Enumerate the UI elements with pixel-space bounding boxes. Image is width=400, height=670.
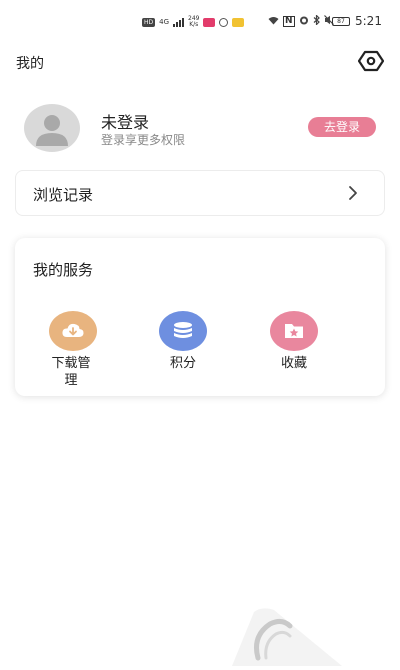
profile-subtitle: 登录享更多权限 [101,133,186,147]
history-label: 浏览记录 [33,186,94,204]
avatar[interactable] [24,104,80,152]
status-left: HD 4G 249 K/s [142,16,245,28]
battery-level: 87 [337,18,345,25]
service-favorites[interactable]: 收藏 [259,311,329,372]
battery-icon: 87 [332,17,350,26]
app-notification-icon [203,17,216,27]
profile-name: 未登录 [101,113,150,132]
star-folder-icon [270,311,318,351]
message-notification-icon [232,17,245,27]
service-points[interactable]: 积分 [148,311,218,372]
history-row[interactable]: 浏览记录 [15,170,385,216]
settings-hexagon-icon [357,50,385,72]
status-bar: HD 4G 249 K/s N 87 5:21 [0,0,400,40]
nfc-icon: N [283,16,295,27]
service-label-favorites: 收藏 [280,356,307,371]
chevron-right-icon [349,186,357,200]
download-icon [49,311,97,351]
service-download[interactable]: 下载管理 [38,311,108,389]
services-card: 我的服务 下载管理 积分 收藏 [15,238,385,396]
settings-button[interactable] [357,50,385,72]
hd-badge: HD [142,17,156,27]
network-speed: 249 K/s [188,16,199,28]
alarm-icon [299,15,309,28]
service-label-download: 下载管理 [51,356,91,388]
watermark-logo-icon [232,608,342,666]
bluetooth-icon [313,14,320,28]
coins-icon [159,311,207,351]
user-avatar-icon [36,115,68,146]
page-title: 我的 [16,56,44,72]
network-type: 4G [159,18,170,26]
login-button[interactable]: 去登录 [308,117,376,137]
circle-notification-icon [219,17,229,27]
wifi-icon [268,16,279,28]
speed-unit: K/s [189,21,199,28]
services-title: 我的服务 [33,261,94,279]
clock: 5:21 [355,14,382,28]
signal-icon [173,17,185,27]
status-right-icons: N [268,14,334,28]
service-label-points: 积分 [169,356,196,371]
